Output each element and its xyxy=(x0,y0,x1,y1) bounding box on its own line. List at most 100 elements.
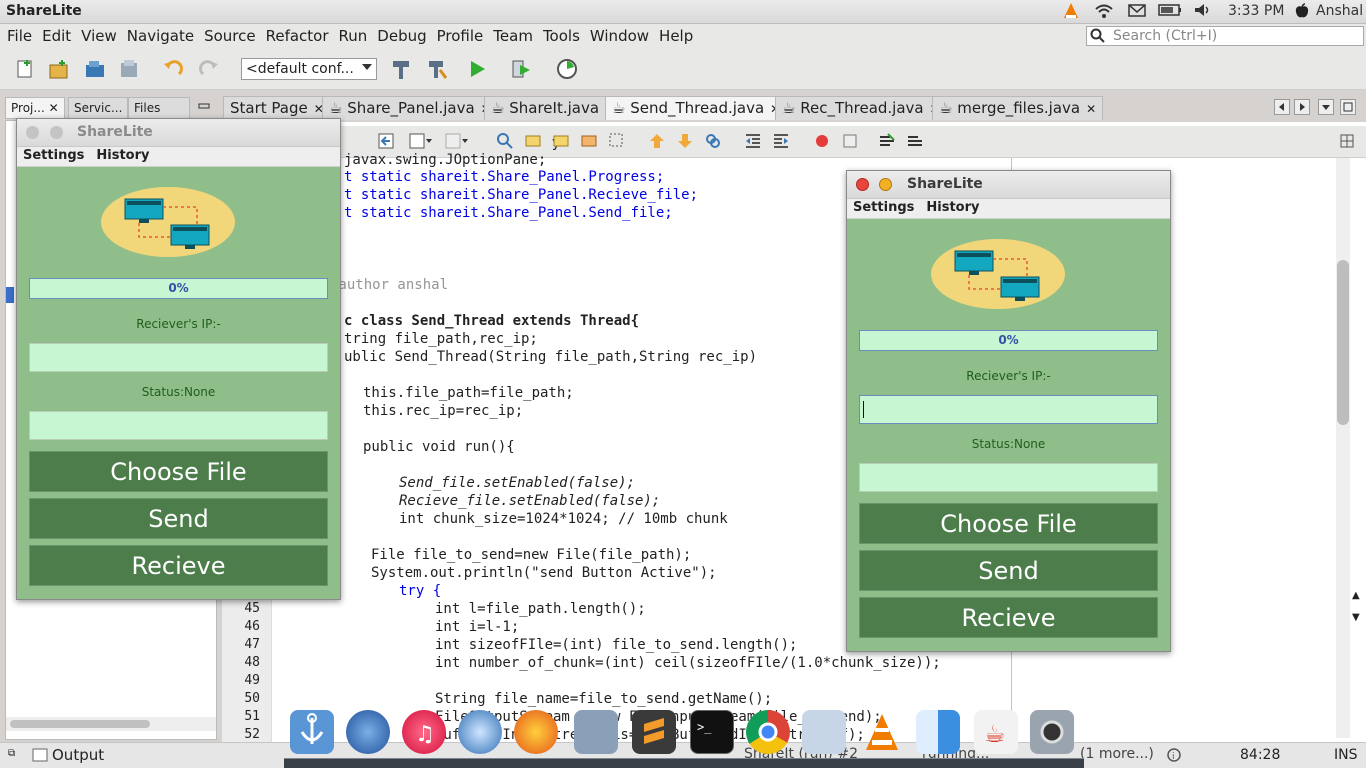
editor-vertical-scrollbar[interactable] xyxy=(1336,158,1350,738)
itunes-icon[interactable]: ♫ xyxy=(402,710,446,754)
open-project-icon[interactable] xyxy=(84,58,106,80)
find-next-icon[interactable] xyxy=(552,132,570,154)
menu-debug[interactable]: Debug xyxy=(372,25,431,47)
build-hammer-icon[interactable] xyxy=(390,58,412,80)
shift-left-icon[interactable] xyxy=(744,132,762,154)
menu-run[interactable]: Run xyxy=(334,25,373,47)
menu-help[interactable]: Help xyxy=(654,25,698,47)
tab-start-page[interactable]: Start Page ✕ xyxy=(223,96,331,120)
stop-macro-icon[interactable] xyxy=(842,133,858,153)
tab-rec-thread[interactable]: ☕ Rec_Thread.java✕ xyxy=(775,96,947,120)
window-titlebar[interactable]: ShareLite xyxy=(17,119,340,147)
last-edit-icon[interactable] xyxy=(377,132,395,154)
chevron-down-icon[interactable] xyxy=(361,61,373,77)
tab-services[interactable]: Servic... xyxy=(68,97,129,119)
uncomment-icon[interactable] xyxy=(906,132,924,154)
thunderbird-icon[interactable] xyxy=(346,710,390,754)
close-icon[interactable]: ✕ xyxy=(1086,102,1096,116)
split-editor-icon[interactable] xyxy=(1340,134,1354,152)
menu-history[interactable]: History xyxy=(90,147,155,164)
sharelite-window-right[interactable]: ShareLite Settings History 0% Reciever's … xyxy=(846,170,1171,652)
sharelite-window-left[interactable]: ShareLite Settings History 0% Reciever's … xyxy=(16,118,341,600)
menu-source[interactable]: Source xyxy=(199,25,261,47)
recieve-button[interactable]: Recieve xyxy=(29,545,328,586)
tab-share-panel[interactable]: ☕ Share_Panel.java✕ xyxy=(322,96,498,120)
restore-icon[interactable]: ⧉ xyxy=(8,748,15,759)
minimize-panel-icon[interactable] xyxy=(198,100,210,116)
next-bookmark-icon[interactable] xyxy=(676,132,694,154)
scrollbar-thumb[interactable] xyxy=(1337,260,1349,425)
receiver-ip-input[interactable] xyxy=(859,395,1158,424)
menu-settings[interactable]: Settings xyxy=(847,199,920,216)
scroll-up-arrow-icon[interactable]: ▲ xyxy=(1352,590,1360,601)
tab-files[interactable]: Files xyxy=(128,97,190,119)
new-file-icon[interactable] xyxy=(14,58,36,80)
java-icon[interactable]: ☕ xyxy=(974,710,1018,754)
more-tasks-link[interactable]: (1 more...) xyxy=(1080,746,1154,762)
maximize-window-icon[interactable] xyxy=(1340,99,1356,119)
clean-build-icon[interactable] xyxy=(426,58,448,80)
apple-logo-icon[interactable] xyxy=(1294,3,1310,23)
vlc-tray-icon[interactable] xyxy=(1062,2,1080,24)
tab-list-dropdown-icon[interactable] xyxy=(1318,99,1334,119)
tab-shareit[interactable]: ☕ ShareIt.java✕ xyxy=(484,96,623,120)
menu-profile[interactable]: Profile xyxy=(432,25,489,47)
anchor-app-icon[interactable] xyxy=(290,710,334,754)
send-button[interactable]: Send xyxy=(29,498,328,539)
menu-edit[interactable]: Edit xyxy=(37,25,76,47)
configuration-dropdown[interactable]: <default conf... xyxy=(241,58,377,80)
virtualbox-icon[interactable] xyxy=(802,710,846,754)
toggle-highlight-icon[interactable] xyxy=(580,132,598,154)
firefox-icon[interactable] xyxy=(514,710,558,754)
tab-merge-files[interactable]: ☕ merge_files.java ✕ xyxy=(932,96,1104,120)
close-project-icon[interactable] xyxy=(118,58,140,80)
toggle-rect-select-icon[interactable] xyxy=(608,132,626,154)
profile-icon[interactable] xyxy=(556,58,578,80)
user-name[interactable]: Anshal xyxy=(1316,3,1363,19)
choose-file-button[interactable]: Choose File xyxy=(29,451,328,492)
close-window-button[interactable] xyxy=(856,178,869,191)
mail-icon[interactable] xyxy=(1128,3,1146,21)
clock-time[interactable]: 3:33 PM xyxy=(1228,3,1284,19)
choose-file-button[interactable]: Choose File xyxy=(859,503,1158,544)
send-button[interactable]: Send xyxy=(859,550,1158,591)
window-titlebar[interactable]: ShareLite xyxy=(847,171,1170,199)
menu-team[interactable]: Team xyxy=(488,25,538,47)
volume-icon[interactable] xyxy=(1194,3,1212,21)
output-window-icon[interactable] xyxy=(32,747,48,767)
menu-view[interactable]: View xyxy=(76,25,122,47)
find-selection-icon[interactable] xyxy=(496,132,514,154)
minimize-window-button[interactable] xyxy=(879,178,892,191)
receiver-ip-input[interactable] xyxy=(29,343,328,372)
shift-right-icon[interactable] xyxy=(772,132,790,154)
new-project-icon[interactable] xyxy=(48,58,70,80)
toggle-bookmark-icon[interactable] xyxy=(704,132,722,154)
forward-icon[interactable] xyxy=(444,132,470,154)
vlc-icon[interactable] xyxy=(860,710,904,754)
menu-window[interactable]: Window xyxy=(585,25,654,47)
previous-bookmark-icon[interactable] xyxy=(648,132,666,154)
terminal-icon[interactable]: >_ xyxy=(690,710,734,754)
debug-icon[interactable] xyxy=(510,58,532,80)
horizontal-scrollbar[interactable] xyxy=(6,717,216,731)
search-input[interactable]: Search (Ctrl+I) xyxy=(1086,26,1364,46)
battery-icon[interactable] xyxy=(1158,3,1182,21)
menu-navigate[interactable]: Navigate xyxy=(122,25,199,47)
start-macro-icon[interactable] xyxy=(814,133,830,153)
finder-icon[interactable] xyxy=(916,710,960,754)
output-tab-label[interactable]: Output xyxy=(52,746,104,764)
scroll-tabs-left-icon[interactable] xyxy=(1274,99,1290,119)
sublime-text-icon[interactable] xyxy=(632,710,676,754)
menu-refactor[interactable]: Refactor xyxy=(261,25,334,47)
menu-settings[interactable]: Settings xyxy=(17,147,90,164)
minimize-window-button[interactable] xyxy=(50,126,63,139)
quicktime-icon[interactable] xyxy=(458,710,502,754)
back-icon[interactable] xyxy=(408,132,434,154)
find-previous-icon[interactable] xyxy=(524,132,542,154)
scroll-tabs-right-icon[interactable] xyxy=(1294,99,1310,119)
tab-projects[interactable]: Proj... ✕ xyxy=(5,97,65,119)
menu-history[interactable]: History xyxy=(920,199,985,216)
tab-send-thread[interactable]: ☕ Send_Thread.java✕ xyxy=(605,96,788,120)
image-viewer-icon[interactable] xyxy=(574,710,618,754)
menu-file[interactable]: File xyxy=(2,25,37,47)
